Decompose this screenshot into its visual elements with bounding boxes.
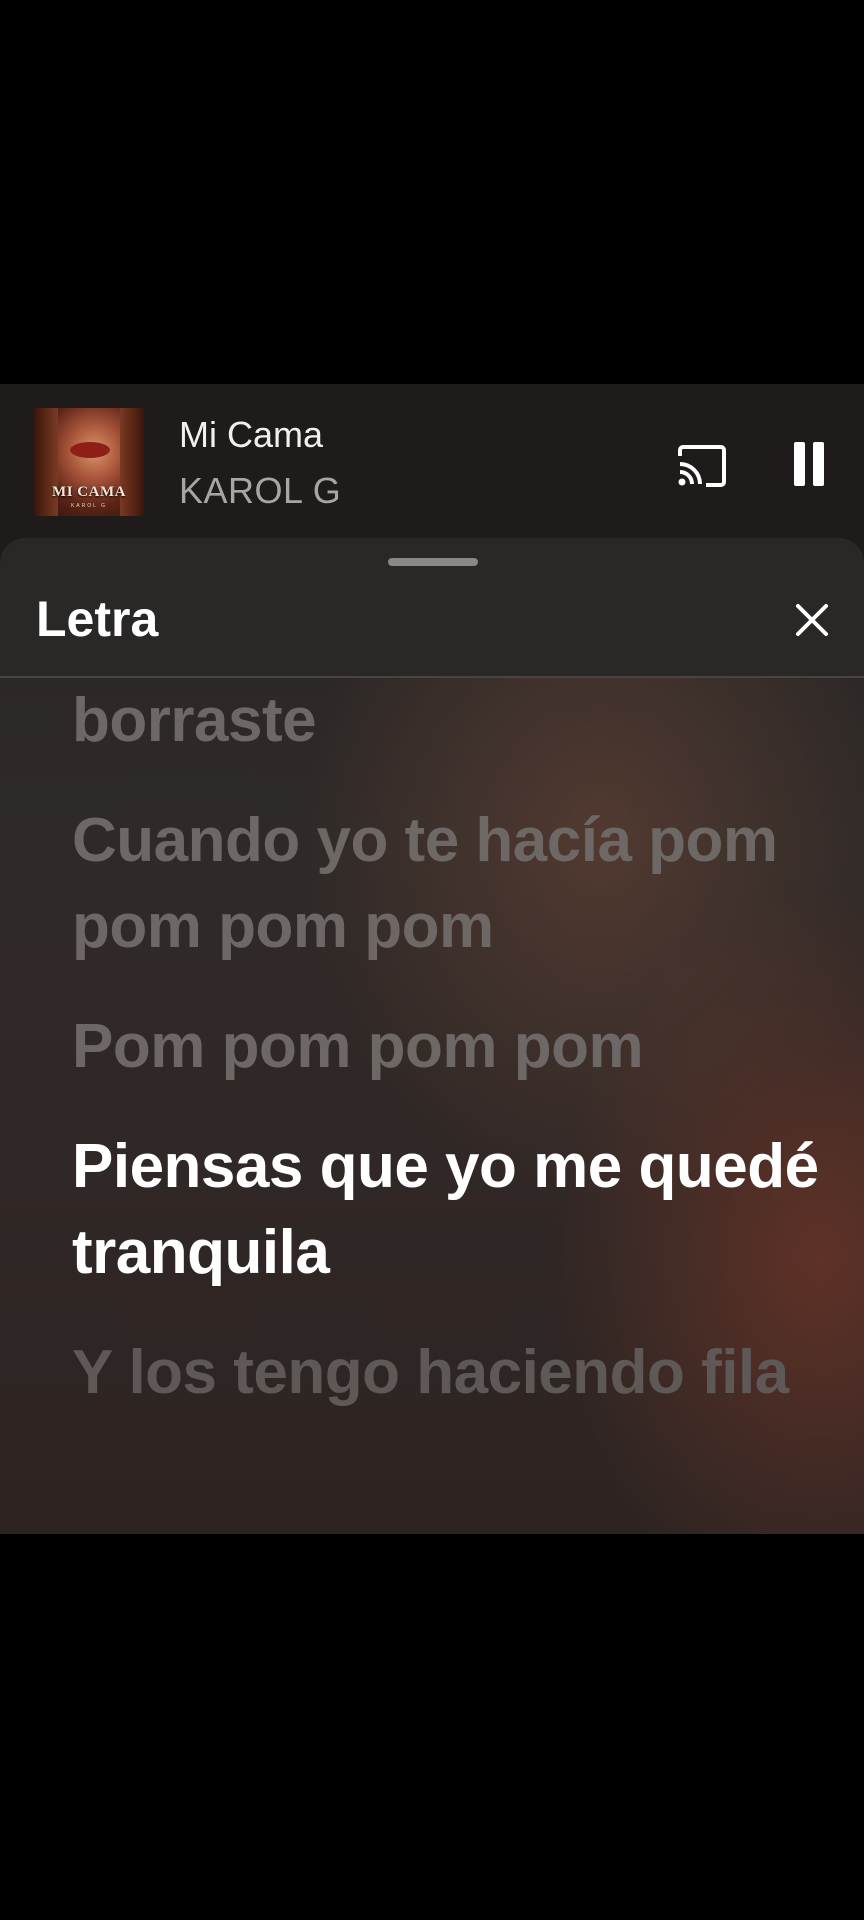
close-icon <box>796 604 828 636</box>
screen: MI CAMA KAROL G Mi Cama KAROL G Letra bo… <box>0 0 864 1920</box>
pause-button[interactable] <box>792 442 828 488</box>
lyric-line-current[interactable]: Piensas que yo me quedé tranquila <box>72 1124 832 1296</box>
album-art-subtitle: KAROL G <box>70 503 108 509</box>
lyrics-sheet: Letra borraste Cuando yo te hacía pom po… <box>0 538 864 1534</box>
cast-icon <box>678 445 726 487</box>
lyrics-title: Letra <box>36 591 159 647</box>
lyrics-header: Letra <box>0 538 864 678</box>
lyric-line[interactable]: borraste <box>72 678 832 764</box>
close-button[interactable] <box>792 600 832 640</box>
lyric-line[interactable]: Pom pom pom pom <box>72 1004 832 1090</box>
lyric-line[interactable]: Y los tengo haciendo fila <box>72 1330 832 1416</box>
now-playing-bar[interactable]: MI CAMA KAROL G Mi Cama KAROL G <box>0 384 864 536</box>
pause-icon <box>794 442 805 486</box>
album-art-title: MI CAMA <box>52 484 126 500</box>
cast-button[interactable] <box>676 444 728 488</box>
music-player: MI CAMA KAROL G Mi Cama KAROL G Letra bo… <box>0 384 864 1534</box>
lyric-line[interactable]: Cuando yo te hacía pom pom pom pom <box>72 798 832 970</box>
pause-icon <box>813 442 824 486</box>
album-art-detail <box>70 442 110 458</box>
song-artist[interactable]: KAROL G <box>179 470 341 512</box>
song-title[interactable]: Mi Cama <box>179 414 323 456</box>
album-art[interactable]: MI CAMA KAROL G <box>34 408 144 516</box>
drag-handle[interactable] <box>388 558 478 566</box>
lyrics-list[interactable]: borraste Cuando yo te hacía pom pom pom … <box>72 678 832 1416</box>
